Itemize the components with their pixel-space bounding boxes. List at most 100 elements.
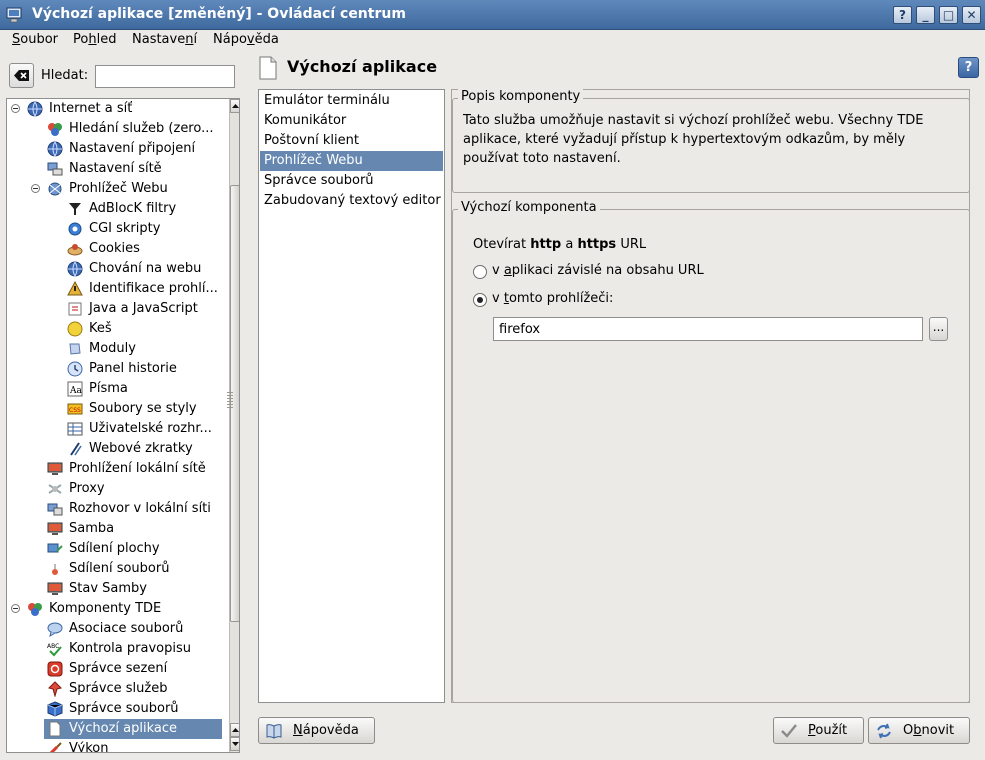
network-computer-icon xyxy=(47,162,63,176)
scroll-down-arrow[interactable] xyxy=(230,737,239,751)
component-item-file-manager[interactable]: Správce souborů xyxy=(260,171,443,191)
tree-item-label: Keš xyxy=(89,321,112,336)
menu-pohled[interactable]: Pohled xyxy=(73,32,116,47)
table-icon xyxy=(67,422,83,436)
menu-soubor[interactable]: Soubor xyxy=(12,32,58,47)
tree-item[interactable]: Identifikace prohlí... xyxy=(7,279,222,299)
tree-item[interactable]: Správce služeb xyxy=(7,679,222,699)
cookie-icon xyxy=(67,244,83,256)
context-help-button[interactable]: ? xyxy=(893,6,912,24)
tree-item[interactable]: Keš xyxy=(7,319,222,339)
tree-item[interactable]: ABC Kontrola pravopisu xyxy=(7,639,222,659)
radio-content-dependent[interactable] xyxy=(473,265,487,279)
tree-item[interactable]: Proxy xyxy=(7,479,222,499)
help-icon[interactable]: ? xyxy=(958,57,979,78)
tree-item-label: Chování na webu xyxy=(89,261,202,276)
tree-item-label: Prohlížení lokální sítě xyxy=(69,461,206,476)
tree-item-label: Internet a síť xyxy=(49,101,133,116)
radio-this-browser-label[interactable]: v tomto prohlížeči: xyxy=(492,291,613,306)
scroll-up-arrow-bottom[interactable] xyxy=(230,723,239,737)
tree-item[interactable]: CSS Soubory se styly xyxy=(7,399,222,419)
component-item-web-browser[interactable]: Prohlížeč Webu xyxy=(260,151,443,171)
radio-content-dependent-label[interactable]: v aplikaci závislé na obsahu URL xyxy=(492,263,704,278)
tree-item[interactable]: Rozhovor v lokální síti xyxy=(7,499,222,519)
file-share-icon xyxy=(52,564,58,575)
search-input[interactable] xyxy=(95,65,235,88)
gear-icon xyxy=(68,222,82,236)
tree-item[interactable]: Výkon xyxy=(7,739,222,752)
splitter-handle[interactable] xyxy=(227,392,233,410)
minimize-button[interactable]: _ xyxy=(916,6,935,24)
collapse-toggle-icon[interactable] xyxy=(31,184,40,193)
collapse-toggle-icon[interactable] xyxy=(11,604,20,613)
filter-icon xyxy=(69,203,81,215)
tree-item[interactable]: Prohlížeč Webu xyxy=(7,179,222,199)
tree-item[interactable]: Prohlížení lokální sítě xyxy=(7,459,222,479)
description-group-title: Popis komponenty xyxy=(458,89,584,104)
tree-item[interactable]: Aa Písma xyxy=(7,379,222,399)
tree-item[interactable]: Hledání služeb (zero... xyxy=(7,119,222,139)
tree-item[interactable]: AdBlocK filtry xyxy=(7,199,222,219)
component-item-text-editor[interactable]: Zabudovaný textový editor xyxy=(260,191,443,211)
tree-scrollbar[interactable] xyxy=(229,99,239,752)
tree-item[interactable]: Samba xyxy=(7,519,222,539)
tree-item[interactable]: Panel historie xyxy=(7,359,222,379)
tree-item[interactable]: Správce sezení xyxy=(7,659,222,679)
tree-item[interactable]: Stav Samby xyxy=(7,579,222,599)
tree-item[interactable]: Moduly xyxy=(7,339,222,359)
component-list[interactable]: Emulátor terminálu Komunikátor Poštovní … xyxy=(258,89,445,703)
history-icon xyxy=(67,361,83,377)
apply-button[interactable]: Použít xyxy=(773,717,864,744)
component-item-terminal[interactable]: Emulátor terminálu xyxy=(260,91,443,111)
pin-icon xyxy=(48,681,62,697)
tree-item[interactable]: Internet a síť xyxy=(7,99,222,119)
tree-item-label: Moduly xyxy=(89,341,136,356)
tree-item[interactable]: Sdílení souborů xyxy=(7,559,222,579)
tree-item[interactable]: Výchozí aplikace xyxy=(44,719,222,739)
tree-item[interactable]: CGI skripty xyxy=(7,219,222,239)
tree-item-label: Rozhovor v lokální síti xyxy=(69,501,211,516)
network-services-icon xyxy=(48,123,62,136)
tree-item[interactable]: Uživatelské rozhr... xyxy=(7,419,222,439)
speech-bubble-icon xyxy=(47,622,63,637)
tree-item-label: Správce sezení xyxy=(69,661,168,676)
page-icon xyxy=(49,721,61,737)
tree-item[interactable]: Nastavení připojení xyxy=(7,139,222,159)
tree-item[interactable]: Webové zkratky xyxy=(7,439,222,459)
tree-item-label: Stav Samby xyxy=(69,581,147,596)
radio-this-browser[interactable] xyxy=(473,293,487,307)
menu-nastaveni[interactable]: Nastavení xyxy=(132,32,197,47)
scroll-up-arrow[interactable] xyxy=(230,99,239,113)
component-item-email[interactable]: Poštovní klient xyxy=(260,131,443,151)
tree-item-label: Písma xyxy=(89,381,128,396)
module-tree[interactable]: Internet a síť Hledání služeb (zero... Nas… xyxy=(6,98,240,753)
tree-item[interactable]: Asociace souborů xyxy=(7,619,222,639)
tree-item-label: Samba xyxy=(69,521,115,536)
font-icon: Aa xyxy=(67,381,83,397)
collapse-toggle-icon[interactable] xyxy=(11,104,20,113)
tree-item-label: Proxy xyxy=(69,481,105,496)
tree-item[interactable]: Cookies xyxy=(7,239,222,259)
reset-button[interactable]: Obnovit xyxy=(868,717,970,744)
browse-button[interactable]: ... xyxy=(929,317,948,341)
globe-icon xyxy=(67,261,83,277)
tree-item[interactable]: Sdílení plochy xyxy=(7,539,222,559)
maximize-button[interactable]: □ xyxy=(939,6,958,24)
browser-command-input[interactable] xyxy=(493,317,923,341)
close-button[interactable]: ✕ xyxy=(962,6,981,24)
component-item-messenger[interactable]: Komunikátor xyxy=(260,111,443,131)
tree-item-label: Kontrola pravopisu xyxy=(69,641,191,656)
tree-item[interactable]: Java a JavaScript xyxy=(7,299,222,319)
control-center-icon xyxy=(6,7,22,23)
help-button[interactable]: Nápověda xyxy=(258,717,375,744)
tree-item[interactable]: Chování na webu xyxy=(7,259,222,279)
clear-search-button[interactable] xyxy=(9,63,34,88)
menu-napoveda[interactable]: Nápověda xyxy=(213,32,279,47)
tree-item[interactable]: Nastavení sítě xyxy=(7,159,222,179)
arrow-down-icon xyxy=(232,742,239,746)
tree-item[interactable]: Správce souborů xyxy=(7,699,222,719)
tree-item[interactable]: Komponenty TDE xyxy=(7,599,222,619)
description-text: Tato služba umožňuje nastavit si výchozí… xyxy=(463,113,924,166)
web-browser-icon xyxy=(48,182,62,196)
css-icon: CSS xyxy=(67,403,83,415)
